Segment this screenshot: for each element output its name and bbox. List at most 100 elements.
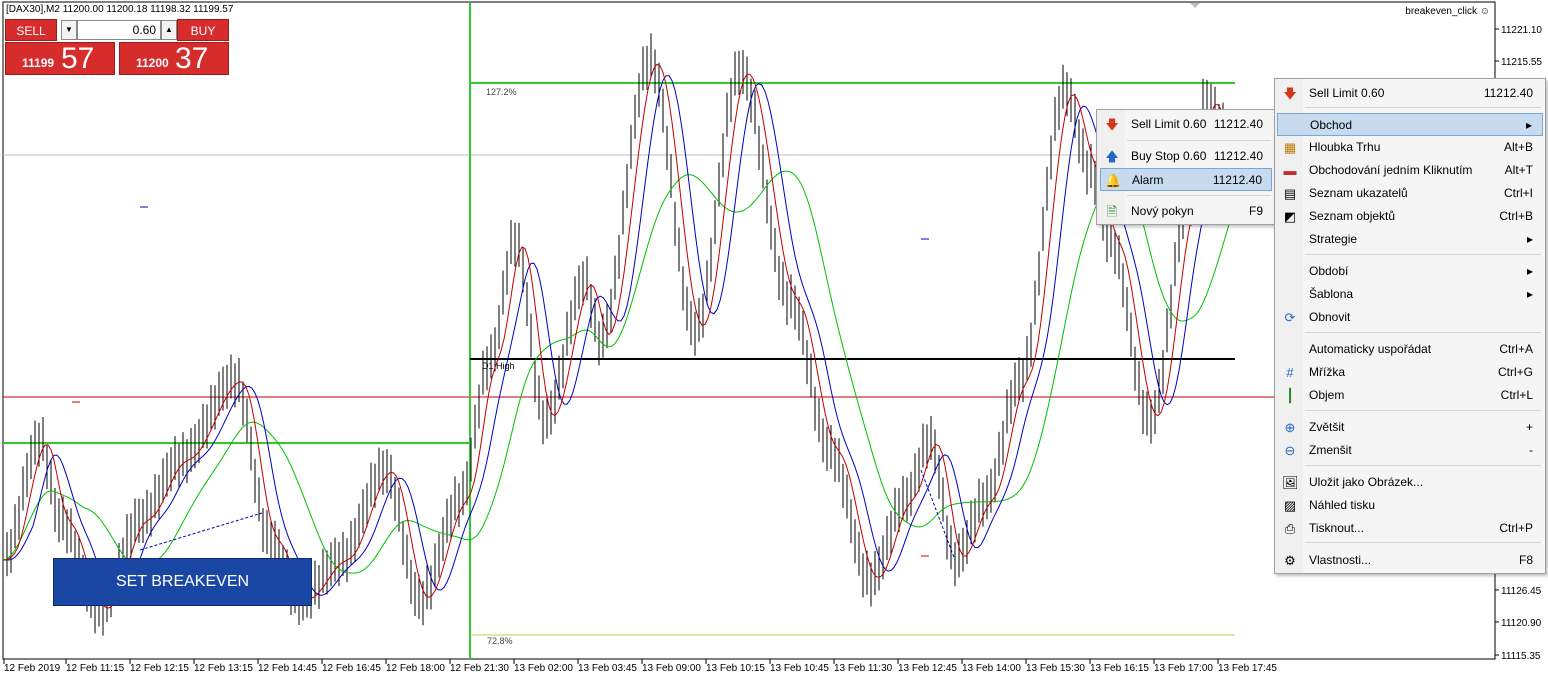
x-tick-label: 13 Feb 14:00 xyxy=(962,663,1021,674)
fib-72-label: 72.8% xyxy=(487,636,513,646)
set-breakeven-button[interactable]: SET BREAKEVEN xyxy=(53,558,312,606)
x-tick-label: 12 Feb 21:30 xyxy=(450,663,509,674)
x-tick-label: 13 Feb 16:15 xyxy=(1090,663,1149,674)
menu-item-sablona[interactable]: Šablona ▸ xyxy=(1275,283,1545,306)
menu-item-shortcut: Ctrl+P xyxy=(1499,521,1533,535)
menu-item-label: Období xyxy=(1309,264,1349,278)
menu-item-shortcut: Ctrl+G xyxy=(1497,365,1533,379)
menu-separator xyxy=(1305,332,1541,333)
menu-item-label: Zmenšit xyxy=(1309,443,1352,457)
menu-item-shortcut: - xyxy=(1529,443,1533,457)
menu-item-label: Hloubka Trhu xyxy=(1309,140,1381,154)
buy-price-box[interactable]: 11200 37 xyxy=(119,42,229,75)
menu-item-zmensit[interactable]: ⊖ Zmenšit - xyxy=(1275,439,1545,462)
submenu-item-buy-stop[interactable]: 🡅 Buy Stop 0.60 11212.40 xyxy=(1097,145,1275,168)
menu-item-sell-limit-0-60[interactable]: 🡇 Sell Limit 0.60 11212.40 xyxy=(1275,82,1545,105)
x-tick-label: 13 Feb 15:30 xyxy=(1026,663,1085,674)
x-tick-label: 13 Feb 12:45 xyxy=(898,663,957,674)
x-tick-label: 13 Feb 11:30 xyxy=(834,663,893,674)
lot-up-icon[interactable]: ▲ xyxy=(161,20,177,40)
menu-item-label: Zvětšit xyxy=(1309,420,1345,434)
time-axis: 12 Feb 2019 12 Feb 11:15 12 Feb 12:15 12 Fe… xyxy=(3,659,1277,674)
submenu-item-alarm[interactable]: 🔔 Alarm 11212.40 xyxy=(1100,168,1272,191)
x-tick-label: 12 Feb 11:15 xyxy=(66,663,125,674)
menu-item-vlastnosti[interactable]: ⚙ Vlastnosti... F8 xyxy=(1275,549,1545,572)
objects-list-icon: ◩ xyxy=(1283,209,1297,224)
menu-item-label: Mřížka xyxy=(1309,365,1345,379)
submenu-item-sell-limit[interactable]: 🡇 Sell Limit 0.60 11212.40 xyxy=(1097,113,1275,136)
x-tick-label: 13 Feb 09:00 xyxy=(642,663,701,674)
menu-item-shortcut: ▸ xyxy=(1526,232,1533,246)
x-tick-label: 12 Feb 14:45 xyxy=(258,663,317,674)
sell-button[interactable]: SELL xyxy=(5,19,57,41)
volume-icon: ┃ xyxy=(1286,388,1294,403)
buy-stop-icon: 🡅 xyxy=(1105,149,1119,164)
menu-item-seznam-ukazatelu[interactable]: ▤ Seznam ukazatelů Ctrl+I xyxy=(1275,182,1545,205)
menu-item-automaticky-usporadat[interactable]: Automaticky uspořádat Ctrl+A xyxy=(1275,338,1545,361)
sell-price-big: 57 xyxy=(61,42,95,75)
menu-item-shortcut: ▸ xyxy=(1526,287,1533,301)
menu-item-zvetsit[interactable]: ⊕ Zvětšit + xyxy=(1275,416,1545,439)
menu-item-label: Tisknout... xyxy=(1309,521,1364,535)
menu-item-obchodovani-jednim-kliknutim[interactable]: ▬ Obchodování jedním Kliknutím Alt+T xyxy=(1275,159,1545,182)
save-image-icon: 🖼 xyxy=(1282,475,1299,490)
x-tick-label: 12 Feb 2019 xyxy=(4,663,61,674)
x-tick-label: 13 Feb 17:00 xyxy=(1154,663,1213,674)
menu-item-shortcut: Ctrl+I xyxy=(1503,186,1533,200)
menu-item-shortcut: 11212.40 xyxy=(1483,86,1533,100)
menu-item-hloubka-trhu[interactable]: ▦ Hloubka Trhu Alt+B xyxy=(1275,136,1545,159)
lot-size-input[interactable]: 0.60 xyxy=(77,20,161,40)
submenu-separator xyxy=(1127,195,1271,196)
menu-item-label: Náhled tisku xyxy=(1309,498,1376,512)
menu-item-obnovit[interactable]: ⟳ Obnovit xyxy=(1275,306,1545,329)
print-icon: ⎙ xyxy=(1284,521,1296,536)
submenu-item-new-order[interactable]: 🗎 Nový pokyn F9 xyxy=(1097,200,1275,223)
menu-item-label: Automaticky uspořádat xyxy=(1309,342,1432,356)
menu-item-shortcut: Ctrl+A xyxy=(1499,342,1533,356)
menu-item-obdobi[interactable]: Období ▸ xyxy=(1275,260,1545,283)
menu-item-label: Obnovit xyxy=(1309,310,1351,324)
chart-title: [DAX30],M2 11200.00 11200.18 11198.32 11… xyxy=(6,4,234,15)
sell-price-small: 11199 xyxy=(22,56,55,70)
sell-limit-icon: 🡇 xyxy=(1283,86,1297,101)
menu-item-shortcut: Alt+B xyxy=(1503,140,1533,154)
menu-item-obchod[interactable]: Obchod ▸ xyxy=(1277,113,1543,136)
x-tick-label: 12 Feb 16:45 xyxy=(322,663,381,674)
menu-item-nahled-tisku[interactable]: ▨ Náhled tisku xyxy=(1275,494,1545,517)
menu-item-label: Vlastnosti... xyxy=(1309,553,1372,567)
sell-price-box[interactable]: 11199 57 xyxy=(5,42,115,75)
menu-separator xyxy=(1305,542,1541,543)
menu-item-ulozit-jako-obrazek[interactable]: 🖼 Uložit jako Obrázek... xyxy=(1275,471,1545,494)
buy-button[interactable]: BUY xyxy=(177,19,229,41)
x-tick-label: 12 Feb 13:15 xyxy=(194,663,253,674)
indicators-list-icon: ▤ xyxy=(1283,186,1297,201)
submenu-separator xyxy=(1127,140,1271,141)
x-tick-label: 12 Feb 12:15 xyxy=(130,663,189,674)
expert-label: breakeven_click ☺ xyxy=(1405,6,1490,17)
y-tick-label: 11126.45 xyxy=(1501,586,1542,597)
menu-item-mrizka[interactable]: # Mřížka Ctrl+G xyxy=(1275,361,1545,384)
x-tick-label: 12 Feb 18:00 xyxy=(386,663,445,674)
properties-icon: ⚙ xyxy=(1284,553,1296,568)
menu-item-shortcut: Ctrl+L xyxy=(1500,388,1533,402)
menu-item-shortcut: + xyxy=(1525,420,1533,434)
menu-item-label: Seznam ukazatelů xyxy=(1309,186,1408,200)
grid-icon: # xyxy=(1286,365,1294,380)
chart-context-menu: 🡇 Sell Limit 0.60 11212.40 Obchod ▸ ▦ Hloubka … xyxy=(1274,78,1546,574)
menu-item-tisknout[interactable]: ⎙ Tisknout... Ctrl+P xyxy=(1275,517,1545,540)
x-tick-label: 13 Feb 10:15 xyxy=(706,663,765,674)
lot-down-icon[interactable]: ▼ xyxy=(61,20,77,40)
menu-item-shortcut: F8 xyxy=(1518,553,1533,567)
y-tick-label: 11221.10 xyxy=(1501,25,1542,36)
menu-item-strategie[interactable]: Strategie ▸ xyxy=(1275,228,1545,251)
smiley-icon: ☺ xyxy=(1479,6,1490,17)
buy-price-big: 37 xyxy=(175,42,209,75)
menu-item-seznam-objektu[interactable]: ◩ Seznam objektů Ctrl+B xyxy=(1275,205,1545,228)
one-click-trading-panel: SELL ▼ 0.60 ▲ BUY 11199 57 11200 37 xyxy=(5,19,229,76)
alarm-bell-icon: 🔔 xyxy=(1105,173,1122,188)
buy-price-small: 11200 xyxy=(136,56,169,70)
menu-item-shortcut: ▸ xyxy=(1526,264,1533,278)
menu-item-label: Sell Limit 0.60 xyxy=(1309,86,1385,100)
fib-127-label: 127.2% xyxy=(486,87,517,97)
menu-item-objem[interactable]: ┃ Objem Ctrl+L xyxy=(1275,384,1545,407)
